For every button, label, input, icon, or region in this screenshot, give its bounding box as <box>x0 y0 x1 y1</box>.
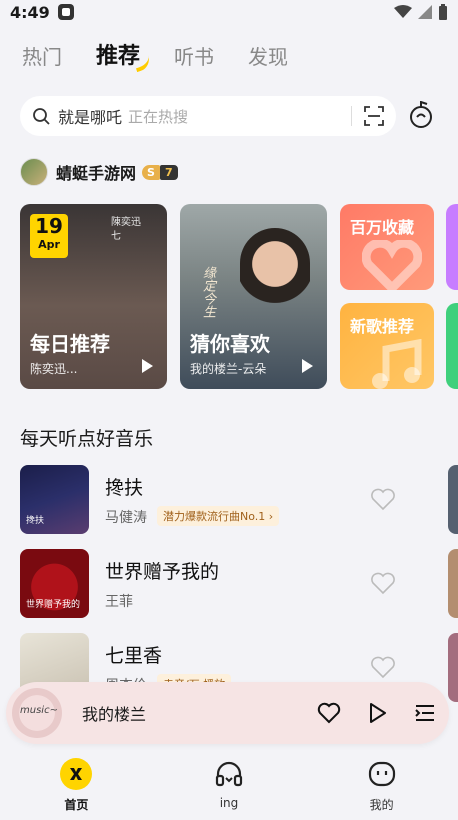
million-favorites-title: 百万收藏 <box>350 218 415 237</box>
guess-you-like-title: 猜你喜欢 <box>190 332 270 356</box>
guess-cover-art-text: 缘定今生 <box>200 266 215 318</box>
scan-icon[interactable] <box>364 106 384 126</box>
song-title: 搀扶 <box>105 477 144 499</box>
signal-icon <box>418 5 432 19</box>
battery-icon <box>439 4 447 20</box>
player-cover[interactable]: music~ <box>12 688 62 738</box>
tab-audiobook[interactable]: 听书 <box>174 41 214 70</box>
play-icon[interactable] <box>302 359 313 373</box>
guess-you-like-card[interactable]: 缘定今生 猜你喜欢 我的楼兰-云朵 <box>180 204 327 389</box>
section-title: 每天听点好音乐 <box>20 428 154 450</box>
heart-icon[interactable] <box>370 655 396 679</box>
song-artist: 王菲 <box>105 594 133 610</box>
level-badge: S 7 <box>142 163 178 181</box>
wifi-icon <box>394 5 412 18</box>
like-icon[interactable] <box>317 701 341 725</box>
daily-recommend-subtitle: 陈奕迅... <box>30 362 78 376</box>
nav-mine[interactable]: 我的 <box>305 750 458 820</box>
channel-avatar <box>20 158 48 186</box>
next-column-partial[interactable] <box>448 549 458 618</box>
headphones-icon <box>213 758 245 790</box>
song-row[interactable]: 世界赠予我的 世界赠予我的 王菲 <box>20 549 458 619</box>
heart-icon[interactable] <box>370 571 396 595</box>
daily-cover-art-text: 陳奕迅 七 <box>111 217 141 242</box>
next-column-partial[interactable] <box>448 465 458 534</box>
new-songs-title: 新歌推荐 <box>350 317 415 336</box>
nav-ing[interactable]: ing <box>153 750 306 820</box>
nav-home-label: 首页 <box>64 798 89 812</box>
date-badge: 19 Apr <box>30 214 68 258</box>
nav-ing-label: ing <box>219 796 239 810</box>
song-row[interactable]: 搀扶 搀扶 马健涛 潜力爆款流行曲No.1 › <box>20 465 458 535</box>
next-card-partial[interactable] <box>446 204 458 290</box>
top-tabs: 热门 推荐 听书 发现 <box>22 38 288 70</box>
song-title: 世界赠予我的 <box>105 561 220 583</box>
daily-recommend-card[interactable]: 19 Apr 陳奕迅 七 每日推荐 陈奕迅... <box>20 204 167 389</box>
heart-decoration-icon <box>362 240 422 290</box>
player-cover-text: music~ <box>20 705 58 716</box>
cover-text: 世界赠予我的 <box>26 600 81 610</box>
recognize-music-button[interactable] <box>404 96 438 136</box>
song-tag[interactable]: 潜力爆款流行曲No.1 › <box>157 506 280 526</box>
nav-mine-label: 我的 <box>369 798 394 812</box>
song-cover: 世界赠予我的 <box>20 549 89 618</box>
status-indicators <box>394 4 448 20</box>
music-note-decoration-icon <box>372 339 422 389</box>
search-query: 就是哪吒 <box>58 108 123 127</box>
nav-home[interactable]: 首页 <box>0 750 153 820</box>
song-cover: 搀扶 <box>20 465 89 534</box>
tab-discover[interactable]: 发现 <box>248 41 288 70</box>
date-month: Apr <box>38 238 60 251</box>
search-icon <box>33 108 50 125</box>
tab-hot[interactable]: 热门 <box>22 41 62 70</box>
search-hint: 正在热搜 <box>128 107 189 126</box>
music-recognize-icon <box>410 101 432 128</box>
daily-recommend-title: 每日推荐 <box>30 332 110 356</box>
smile-face-icon <box>366 758 398 790</box>
status-bar: 4:49 <box>0 0 458 24</box>
home-logo-icon <box>60 758 93 790</box>
new-songs-card[interactable]: 新歌推荐 <box>340 303 434 389</box>
tab-recommend[interactable]: 推荐 <box>96 38 140 70</box>
next-column-partial[interactable] <box>448 633 458 702</box>
search-bar[interactable]: 就是哪吒 正在热搜 <box>20 96 396 136</box>
song-artist: 马健涛 <box>105 510 147 526</box>
level-number: 7 <box>159 164 178 180</box>
player-controls <box>317 701 437 725</box>
playlist-icon[interactable] <box>413 701 437 725</box>
channel-row[interactable]: 蜻蜓手游网 S 7 <box>20 158 178 186</box>
million-favorites-card[interactable]: 百万收藏 <box>340 204 434 290</box>
level-letter: S <box>142 164 160 180</box>
song-title: 七里香 <box>105 645 163 667</box>
recommend-cards: 19 Apr 陳奕迅 七 每日推荐 陈奕迅... 缘定今生 猜你喜欢 我的楼兰-… <box>20 204 458 390</box>
play-icon[interactable] <box>142 359 153 373</box>
play-icon[interactable] <box>365 701 389 725</box>
date-day: 19 <box>35 214 63 238</box>
bottom-nav: 首页 ing 我的 <box>0 750 458 820</box>
heart-icon[interactable] <box>370 487 396 511</box>
app-notification-icon <box>57 4 74 20</box>
next-card-partial[interactable] <box>446 303 458 389</box>
mini-player[interactable]: music~ 我的楼兰 <box>6 682 449 744</box>
player-song-title: 我的楼兰 <box>82 705 147 724</box>
status-time: 4:49 <box>10 2 50 22</box>
artist-photo <box>240 228 310 318</box>
guess-you-like-subtitle: 我的楼兰-云朵 <box>190 362 267 376</box>
search-divider <box>351 106 352 126</box>
channel-name: 蜻蜓手游网 <box>56 164 137 183</box>
cover-text: 搀扶 <box>26 516 45 526</box>
